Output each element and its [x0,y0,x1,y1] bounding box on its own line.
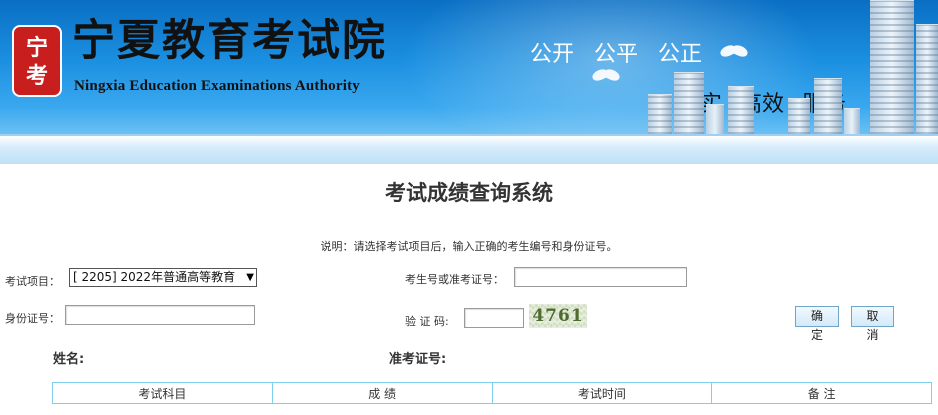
seal-char-2: 考 [25,63,48,89]
table-header-row: 考试科目 成 绩 考试时间 备 注 [52,382,932,404]
slogan-open: 公开 [530,41,575,66]
column-header-exam-time: 考试时间 [491,382,713,404]
seal-char-1: 宁 [25,35,48,61]
page-title: 考试成绩查询系统 [385,181,553,205]
logo-title-cn: 宁夏教育考试院 [72,16,387,66]
candidate-no-input[interactable] [514,267,687,287]
captcha-input[interactable] [464,308,524,328]
cancel-button[interactable]: 取 消 [851,306,894,342]
header-banner: 宁 考 宁夏教育考试院 Ningxia Education Examinatio… [0,0,938,134]
column-header-score: 成 绩 [271,382,493,404]
candidate-no-label: 考生号或准考证号： [405,273,504,286]
city-skyline-image [638,0,938,134]
exam-item-label: 考试项目： [5,275,60,288]
column-header-remarks: 备 注 [711,382,932,404]
exam-item-select[interactable]: [ 2205] 2022年普通高等教育 ▼ [69,268,257,287]
logo-title-en: Ningxia Education Examinations Authority [74,78,360,94]
captcha-label: 验 证 码: [405,315,449,328]
slogan-fair: 公平 [594,41,639,66]
name-label: 姓名: [53,352,85,367]
id-number-input[interactable] [65,305,255,325]
captcha-image[interactable]: 4761 [529,304,587,328]
instruction-text: 说明：请选择考试项目后，输入正确的考生编号和身份证号。 [320,240,618,253]
results-table: 考试科目 成 绩 考试时间 备 注 [52,382,932,404]
confirm-button[interactable]: 确 定 [795,306,839,342]
ticket-number-label: 准考证号: [389,352,447,367]
column-header-subject: 考试科目 [52,382,273,404]
dove-icon [592,70,626,90]
exam-item-selected-value: [ 2205] 2022年普通高等教育 [73,270,236,284]
dropdown-arrow-icon: ▼ [246,272,254,283]
banner-divider [0,134,938,164]
id-number-label: 身份证号： [5,312,60,325]
logo-seal-icon: 宁 考 [12,25,62,97]
